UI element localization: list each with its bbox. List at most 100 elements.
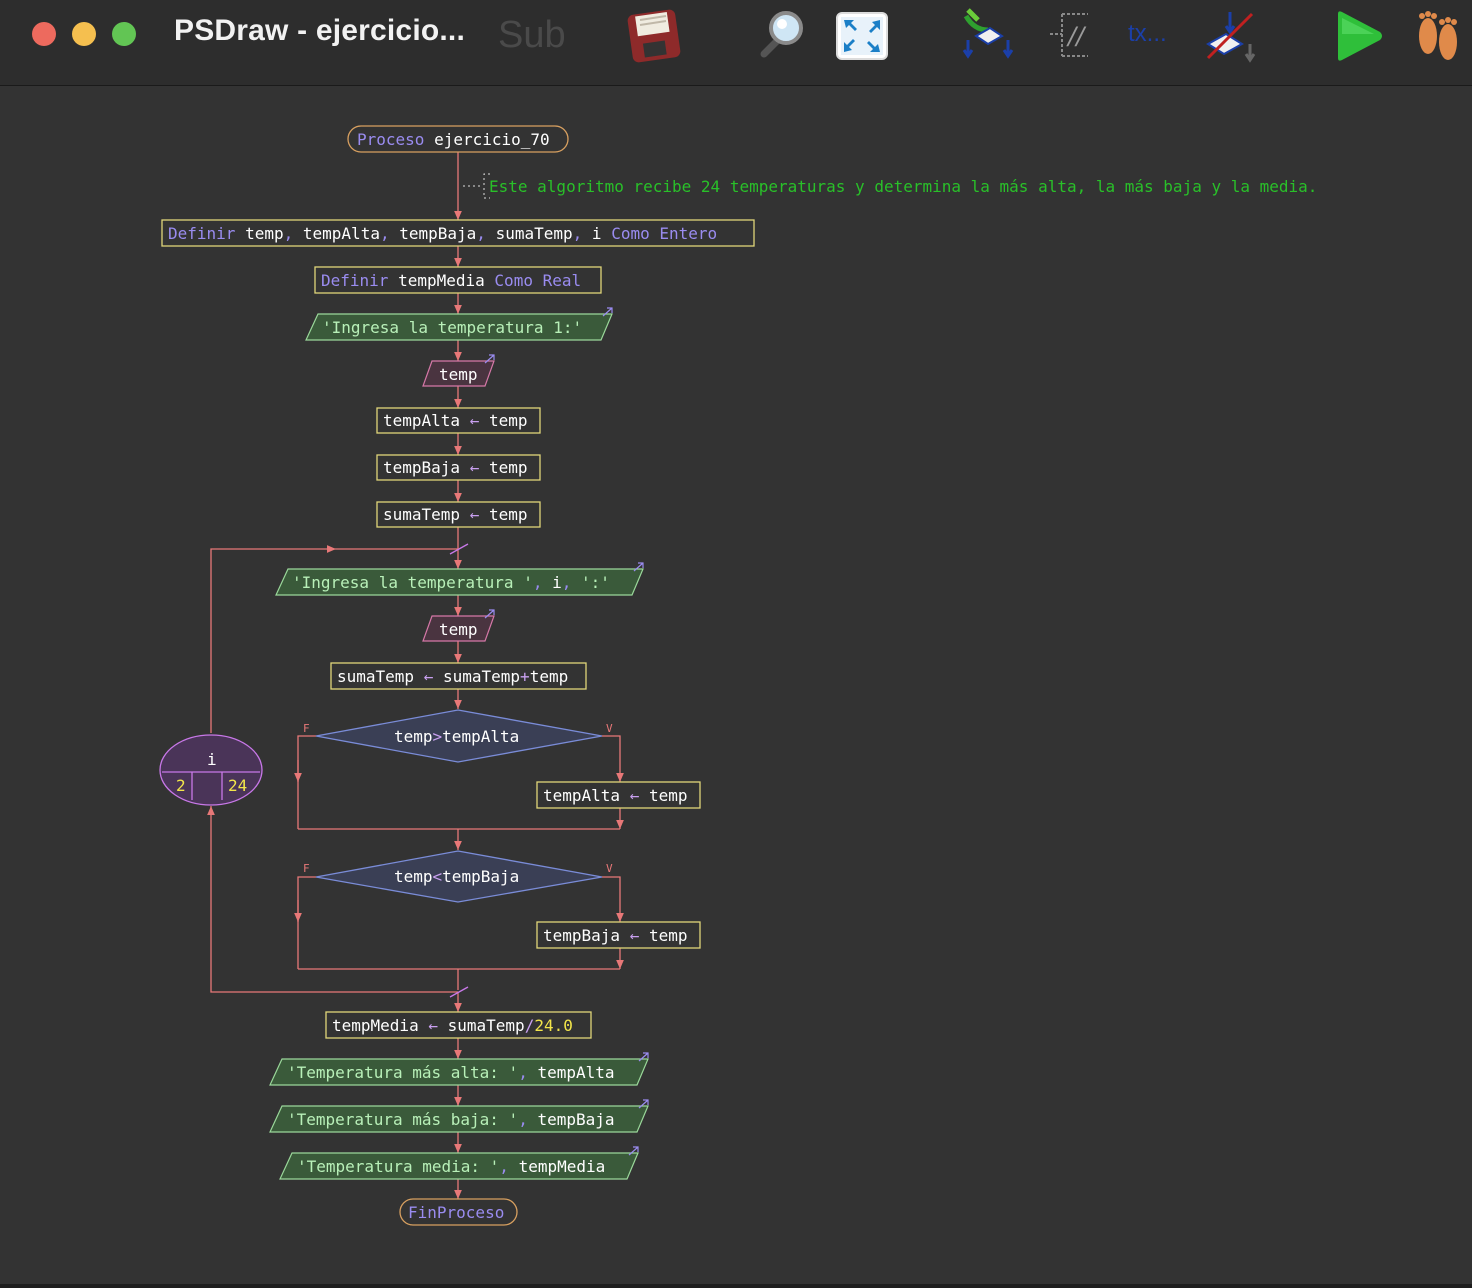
out-media-str: 'Temperatura media: ' [297,1157,499,1176]
condition-temp-gt-tempalta[interactable]: temp>tempAlta F V [303,709,613,763]
como-keyword-2: Como [494,271,533,290]
save-icon[interactable] [624,6,684,66]
definir-keyword: Definir [168,224,236,243]
svg-text:'Ingresa la temperatura ',: 'Ingresa la temperatura ', i, ':' [292,573,610,592]
var-tempalta: tempAlta [303,224,380,243]
process-name: ejercicio_70 [434,130,550,149]
loop-read-var: temp [439,620,478,639]
svg-text:tempBaja ← temp: tempBaja ← temp [543,926,688,945]
fin-proceso-label: FinProceso [408,1203,504,1222]
loop-output-block[interactable]: 'Ingresa la temperatura ', i, ':' [275,562,644,596]
out-baja-str: 'Temperatura más baja: ' [287,1110,518,1129]
assign-arrow: ← [470,411,480,430]
for-loop-node[interactable]: i 2 24 [159,734,263,806]
output-temp-alta[interactable]: 'Temperatura más alta: ', tempAlta [269,1052,649,1086]
svg-text:temp>tempAlta: temp>tempAlta [394,727,519,746]
svg-text:Definir temp, temp: Definir temp, tempAlta, tempBaja, sumaTe… [168,224,717,243]
svg-text:temp<tempBaja: temp<tempBaja [394,867,519,886]
assign-sumatemp-accum[interactable]: sumaTemp ← sumaTemp+temp [330,662,587,690]
close-button[interactable] [32,22,56,46]
bottom-edge [0,1284,1472,1288]
title-bar: PSDraw - ejercicio... Sub // tx... [0,0,1472,86]
svg-text:'Temperatura más baja: ', temp: 'Temperatura más baja: ', tempBaja [287,1110,615,1129]
svg-text:sumaTemp ← temp: sumaTemp ← temp [383,505,528,524]
media-arrow: ← [428,1016,438,1035]
zoom-icon[interactable] [752,6,812,66]
assign-tempalta[interactable]: tempAlta ← temp [376,407,541,434]
cond1-false-label: F [303,722,310,735]
text-button[interactable]: tx... [1128,20,1188,60]
svg-text://: // [1066,22,1087,50]
comment-node[interactable]: Este algoritmo recibe 24 temperaturas y … [463,173,1317,199]
como-keyword: Como [611,224,650,243]
assign-tempbaja[interactable]: tempBaja ← temp [376,454,541,481]
proceso-keyword: Proceso [357,130,424,149]
assign-tempalta-inner[interactable]: tempAlta ← temp [536,781,701,809]
media-op: / [525,1016,535,1035]
comment-text: Este algoritmo recibe 24 temperaturas y … [489,177,1317,196]
output-block-1[interactable]: 'Ingresa la temperatura 1:' [305,307,613,341]
out-alta-var: tempAlta [537,1063,614,1082]
media-lhs: sumaTemp [448,1016,525,1035]
maximize-button[interactable] [112,22,136,46]
run-icon[interactable] [1328,6,1388,66]
assign-tempbaja-inner[interactable]: tempBaja ← temp [536,921,701,949]
start-terminal[interactable]: Proceso ejercicio_70 [347,125,569,153]
fit-screen-icon[interactable] [832,6,892,66]
loop-to: 24 [228,776,247,795]
assign-target: tempBaja [383,458,460,477]
output-temp-baja[interactable]: 'Temperatura más baja: ', tempBaja [269,1099,649,1133]
loop-var: i [207,750,217,769]
cond2-left: temp [394,867,433,886]
then2-value: temp [649,926,688,945]
cond1-left: temp [394,727,433,746]
text-icon-label: tx... [1128,20,1167,47]
out-media-var: tempMedia [519,1157,606,1176]
out-baja-var: tempBaja [537,1110,614,1129]
cond2-right: tempBaja [442,867,519,886]
loop-output-str1: 'Ingresa la temperatura ' [292,573,533,592]
assign-value: temp [489,505,528,524]
define-block-1[interactable]: Definir temp, tempAlta, tempBaja, sumaTe… [161,219,755,247]
assign-value: temp [489,458,528,477]
svg-text:Proceso ejercicio_70: Proceso ejercicio_70 [357,130,550,149]
var-i: i [592,224,602,243]
assign-target: tempAlta [383,411,460,430]
define-block-2[interactable]: Definir tempMedia Como Real [314,266,602,294]
window-title: PSDraw - ejercicio... [174,14,465,47]
svg-text:tempMedia ← sumaTemp/24.0: tempMedia ← sumaTemp/24.0 [332,1016,573,1035]
assign-tempmedia[interactable]: tempMedia ← sumaTemp/24.0 [325,1011,592,1039]
assign-arrow: ← [470,505,480,524]
assign-target: sumaTemp [383,505,460,524]
media-target: tempMedia [332,1016,419,1035]
svg-text:tempBaja ← temp: tempBaja ← temp [383,458,528,477]
output-temp-media[interactable]: 'Temperatura media: ', tempMedia [279,1146,639,1180]
var-temp: temp [245,224,284,243]
type-entero: Entero [659,224,717,243]
step-icon[interactable] [1408,6,1468,66]
var-tempbaja: tempBaja [399,224,476,243]
then2-target: tempBaja [543,926,620,945]
accum-rhs: temp [530,667,569,686]
accum-arrow: ← [424,667,434,686]
minimize-button[interactable] [72,22,96,46]
assign-sumatemp[interactable]: sumaTemp ← temp [376,501,541,528]
assign-value: temp [489,411,528,430]
cross-out-icon[interactable] [1200,6,1260,66]
svg-text:tempAlta ← temp: tempAlta ← temp [543,786,688,805]
media-divisor: 24.0 [534,1016,573,1035]
condition-temp-lt-tempbaja[interactable]: temp<tempBaja F V [303,850,613,903]
then1-target: tempAlta [543,786,620,805]
type-real: Real [543,271,582,290]
svg-text:tempAlta ← temp: tempAlta ← temp [383,411,528,430]
loop-output-var: i [552,573,562,592]
output-text-1: 'Ingresa la temperatura 1:' [322,318,582,337]
flowchart-canvas[interactable]: Proceso ejercicio_70 Este algoritmo reci… [0,86,1472,1284]
auto-layout-icon[interactable] [958,6,1018,66]
definir-keyword-2: Definir [321,271,389,290]
svg-text:Definir tempMedia: Definir tempMedia Como Real [321,271,581,290]
end-terminal[interactable]: FinProceso [399,1198,518,1226]
out-alta-str: 'Temperatura más alta: ' [287,1063,518,1082]
comments-toggle-icon[interactable]: // [1046,6,1106,66]
svg-text:'Temperatura media: ', tempMed: 'Temperatura media: ', tempMedia [297,1157,605,1176]
